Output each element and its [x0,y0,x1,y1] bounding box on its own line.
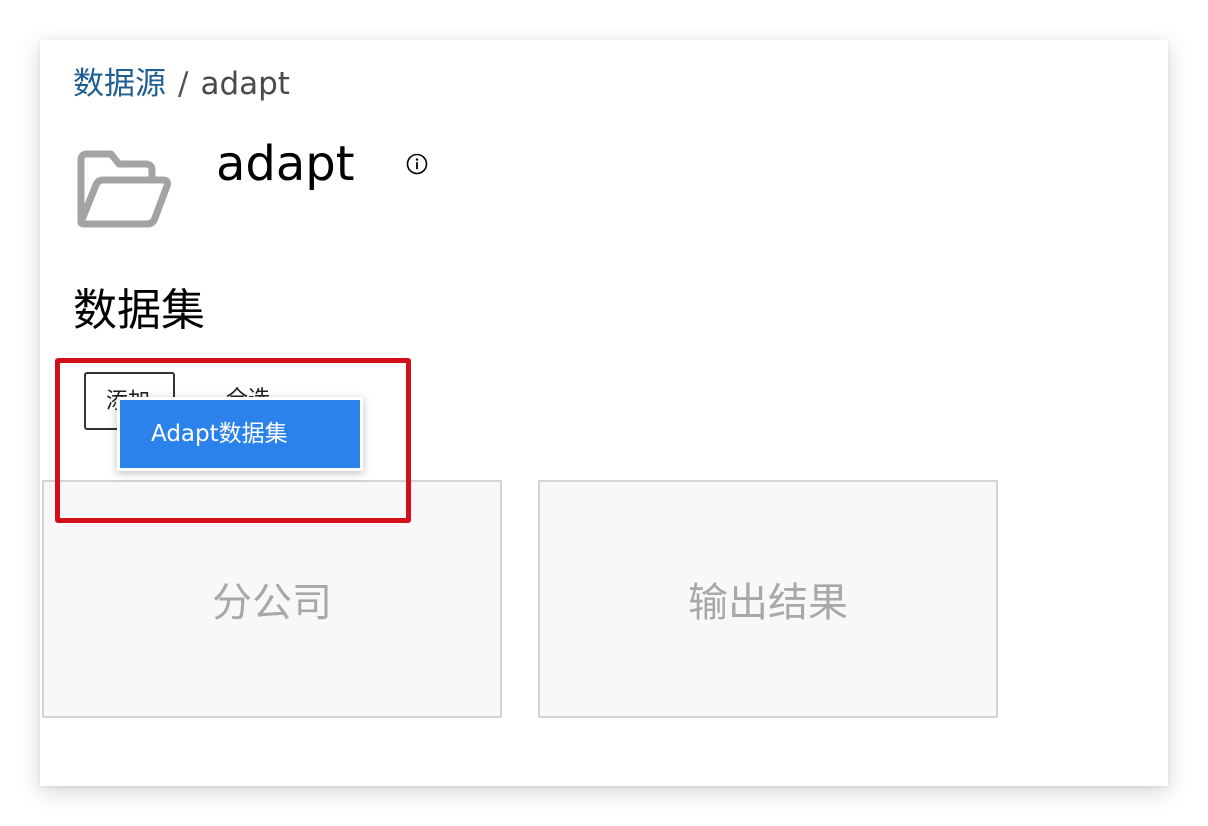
dataset-card[interactable]: 分公司 [42,480,502,718]
dataset-card-label: 输出结果 [688,580,848,626]
folder-open-icon [77,150,171,228]
breadcrumb: 数据源 / adapt [73,62,290,106]
info-icon[interactable] [406,153,428,175]
breadcrumb-link-datasource[interactable]: 数据源 [73,66,166,102]
menu-item-adapt-dataset[interactable]: Adapt数据集 [120,400,360,468]
breadcrumb-separator: / [178,66,189,102]
breadcrumb-current: adapt [200,66,290,102]
section-title-datasets: 数据集 [73,285,205,336]
dataset-card[interactable]: 输出结果 [538,480,998,718]
page-title: adapt [216,136,355,192]
dataset-card-label: 分公司 [212,580,332,626]
add-dropdown-menu: Adapt数据集 [117,397,363,471]
main-panel: 数据源/adapt adapt 数据集 添加 全选 分公司 输出结果 Adapt… [40,40,1168,786]
